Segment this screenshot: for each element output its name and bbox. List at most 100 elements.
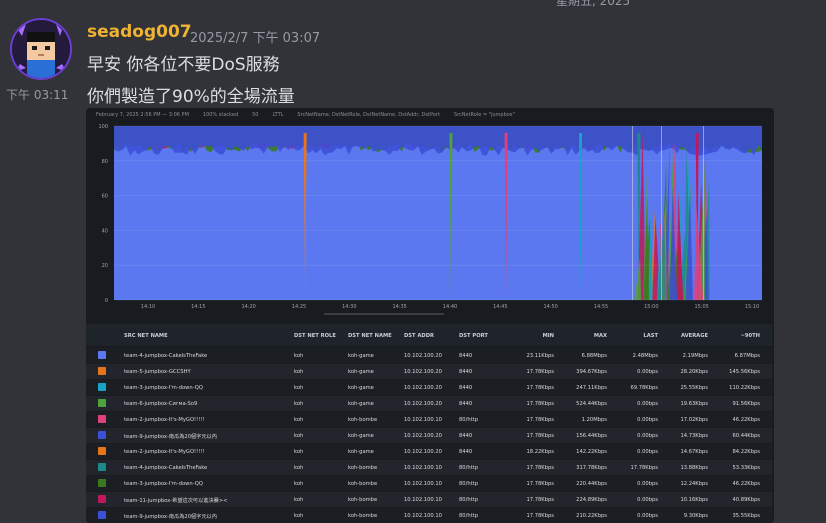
x-tick-label: 14:10 (141, 304, 155, 310)
table-cell-name: team-2-jumpbox-It's-MyGO!!!!! (124, 449, 205, 455)
aggregation-label: LTTL (272, 112, 284, 118)
table-cell-name: team-5-jumpbox-GCCSHY (124, 369, 191, 375)
table-cell-avg: 10.16Kbps (680, 497, 708, 503)
table-cell-name: team-9-jumpbox-南瓜為20個字元以內 (124, 514, 217, 520)
table-cell-role: koh (294, 369, 304, 375)
chart-scrollbar (324, 313, 444, 315)
table-cell-name: team-11-jumpbox-希望這次可以進決賽>< (124, 498, 228, 504)
table-cell-addr: 10.102.100.20 (404, 353, 442, 359)
table-row[interactable]: team-3-jumpbox-I'm-down-QQ koh koh-bombe 10… (86, 476, 772, 491)
table-row[interactable]: team-6-jumpbox-Cигма-Sо9 koh koh-game 10.10… (86, 396, 772, 411)
column-header[interactable]: DST PORT (459, 333, 488, 339)
followup-timestamp: 下午 03:11 (6, 88, 69, 102)
table-cell-role: koh (294, 497, 304, 503)
table-cell-last: 0.00bps (637, 433, 658, 439)
table-cell-dst: koh-game (348, 401, 374, 407)
table-cell-dst: koh-game (348, 385, 374, 391)
table-row[interactable]: team-2-jumpbox-It's-MyGO!!!!! koh koh-bomb… (86, 412, 772, 427)
table-cell-port: 8440 (459, 433, 473, 439)
column-header[interactable]: SRC NET NAME (124, 333, 168, 339)
table-cell-port: 80/http (459, 465, 478, 471)
table-cell-role: koh (294, 513, 304, 519)
x-tick-label: 14:20 (241, 304, 255, 310)
author-name[interactable]: seadog007 (87, 22, 192, 42)
table-row[interactable]: team-11-jumpbox-希望這次可以進決賽>< koh koh-bombe 1… (86, 492, 772, 507)
column-header[interactable]: MAX (594, 333, 607, 339)
table-cell-addr: 10.102.100.10 (404, 497, 442, 503)
table-row[interactable]: team-5-jumpbox-GCCSHY koh koh-game 10.102.1… (86, 364, 772, 379)
table-cell-name: team-3-jumpbox-I'm-down-QQ (124, 385, 203, 391)
table-cell-max: 142.22Kbps (576, 449, 607, 455)
table-cell-dst: koh-bombe (348, 481, 378, 487)
image-attachment[interactable]: February 7, 2025 2:56 PM — 3:06 PM 100% … (86, 108, 774, 523)
table-cell-dst: koh-bombe (348, 417, 378, 423)
groupby-label: SrcNetName, DstNetRole, DstNetName, DstA… (297, 112, 440, 118)
table-cell-name: team-6-jumpbox-Cигма-Sо9 (124, 401, 198, 407)
table-cell-addr: 10.102.100.10 (404, 513, 442, 519)
table-cell-name: team-4-jumpbox-CakeIsTheFake (124, 353, 208, 359)
table-row[interactable]: team-3-jumpbox-I'm-down-QQ koh koh-game 10.… (86, 380, 772, 395)
table-cell-min: 17.78Kbps (526, 497, 554, 503)
table-cell-p90: 46.22Kbps (732, 481, 760, 487)
table-cell-dst: koh-game (348, 449, 374, 455)
y-tick-label: 100 (98, 124, 108, 130)
table-row[interactable]: team-4-jumpbox-CakeIsTheFake koh koh-bombe… (86, 460, 772, 475)
table-cell-port: 8440 (459, 449, 473, 455)
limit-label: 50 (252, 112, 259, 118)
table-cell-avg: 17.02Kbps (680, 417, 708, 423)
column-header[interactable]: LAST (643, 333, 658, 339)
table-cell-p90: 84.22Kbps (732, 449, 760, 455)
table-cell-p90: 35.55Kbps (732, 513, 760, 519)
table-row[interactable]: team-4-jumpbox-CakeIsTheFake koh koh-game 1… (86, 348, 772, 363)
table-cell-min: 23.11Kbps (526, 353, 554, 359)
x-tick-label: 14:50 (543, 304, 557, 310)
column-header[interactable]: DST ADDR (404, 333, 434, 339)
table-cell-avg: 14.67Kbps (680, 449, 708, 455)
date-divider: 星期五, 2025 (556, 0, 631, 8)
table-cell-max: 394.67Kbps (576, 369, 607, 375)
table-cell-addr: 10.102.100.10 (404, 417, 442, 423)
column-header[interactable]: DST NET ROLE (294, 333, 336, 339)
table-cell-max: 247.11Kbps (576, 385, 607, 391)
table-cell-last: 0.00bps (637, 497, 658, 503)
table-cell-role: koh (294, 417, 304, 423)
column-header[interactable]: MIN (543, 333, 554, 339)
message-text: 早安 你各位不要DoS服務 (87, 55, 280, 75)
table-cell-last: 0.00bps (637, 401, 658, 407)
table-cell-last: 0.00bps (637, 449, 658, 455)
panel-toolbar: February 7, 2025 2:56 PM — 3:06 PM 100% … (86, 108, 774, 122)
table-cell-last: 0.00bps (637, 513, 658, 519)
table-row[interactable]: team-9-jumpbox-南瓜為20個字元以內 koh koh-bombe 10.… (86, 508, 772, 523)
y-tick-label: 20 (102, 263, 108, 269)
table-cell-min: 17.78Kbps (526, 417, 554, 423)
table-cell-p90: 53.33Kbps (732, 465, 760, 471)
message-text: 你們製造了90%的全場流量 (87, 87, 295, 107)
table-cell-port: 8440 (459, 385, 473, 391)
series-color-swatch (98, 447, 106, 455)
table-cell-max: 220.44Kbps (576, 481, 607, 487)
y-tick-label: 0 (105, 298, 108, 304)
table-cell-port: 8440 (459, 369, 473, 375)
table-cell-min: 17.78Kbps (526, 481, 554, 487)
y-tick-label: 40 (102, 228, 108, 234)
series-color-swatch (98, 383, 106, 391)
table-row[interactable]: team-9-jumpbox-南瓜為20個字元以內 koh koh-game 10.1… (86, 428, 772, 443)
series-color-swatch (98, 463, 106, 471)
avatar[interactable] (12, 20, 70, 78)
table-cell-dst: koh-game (348, 433, 374, 439)
series-color-swatch (98, 415, 106, 423)
series-color-swatch (98, 367, 106, 375)
series-color-swatch (98, 495, 106, 503)
table-cell-dst: koh-bombe (348, 497, 378, 503)
table-cell-max: 6.88Mbps (581, 353, 607, 359)
table-cell-min: 18.22Kbps (526, 449, 554, 455)
column-header[interactable]: AVERAGE (681, 333, 708, 339)
column-header[interactable]: DST NET NAME (348, 333, 392, 339)
table-cell-dst: koh-game (348, 369, 374, 375)
table-header: SRC NET NAME DST NET ROLE DST NET NAME DST … (86, 324, 772, 346)
column-header[interactable]: ~90TH (741, 333, 760, 339)
table-row[interactable]: team-2-jumpbox-It's-MyGO!!!!! koh koh-game… (86, 444, 772, 459)
table-cell-min: 17.78Kbps (526, 401, 554, 407)
table-cell-max: 210.22Kbps (576, 513, 607, 519)
table-cell-addr: 10.102.100.20 (404, 401, 442, 407)
